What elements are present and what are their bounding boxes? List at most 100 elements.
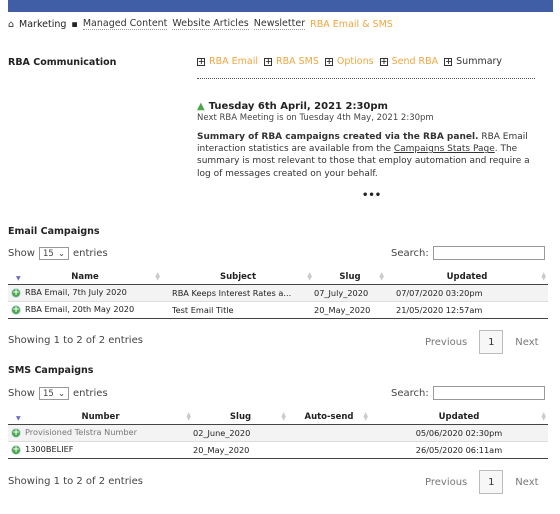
sms-table: ▼ Number ▲ ▼ Slug ▲ ▼ Auto-send ▲ ▼ Updated ▲ ▼ +… (8, 410, 548, 459)
cell-name: RBA Email, 7th July 2020 (25, 287, 127, 298)
entries-select[interactable]: 15 ⌄ (38, 387, 69, 400)
meeting-date-text: Tuesday 6th April, 2021 2:30pm (208, 101, 388, 112)
tab-label: Summary (456, 56, 503, 67)
col-label: Slug (339, 271, 361, 282)
col-updated[interactable]: Updated ▲ ▼ (386, 270, 548, 285)
email-info: Showing 1 to 2 of 2 entries (8, 335, 143, 346)
next-button[interactable]: Next (515, 477, 538, 488)
expand-icon: + (444, 56, 453, 66)
breadcrumb-managed-content[interactable]: Managed Content (82, 18, 168, 30)
table-row[interactable]: +1300BELIEF 20_May_2020 26/05/2020 06:11… (8, 441, 548, 459)
show-label: Show (8, 248, 35, 259)
campaigns-stats-link[interactable]: Campaigns Stats Page (394, 144, 495, 154)
chevron-down-icon: ⌄ (57, 388, 65, 399)
tab-rba-email[interactable]: + RBA Email (197, 56, 258, 67)
expand-row-icon[interactable]: + (11, 444, 21, 455)
page-1-button[interactable]: 1 (479, 470, 504, 494)
next-meeting: Next RBA Meeting is on Tuesday 4th May, … (197, 113, 434, 123)
tab-label: RBA Email (209, 56, 258, 67)
search-label: Search: (391, 387, 429, 399)
cell-subject: RBA Keeps Interest Rates a... (162, 284, 314, 302)
col-label: Name (71, 271, 99, 282)
entries-value: 15 (42, 248, 54, 259)
col-number[interactable]: ▼ Number ▲ ▼ (8, 410, 193, 425)
cell-updated: 21/05/2020 12:57am (386, 301, 548, 319)
table-row[interactable]: + RBA Email, 20th May 2020 Test Email Tit… (8, 301, 548, 319)
previous-button[interactable]: Previous (425, 477, 467, 488)
sort-desc-icon: ▼ (16, 275, 21, 282)
show-label: Show (8, 388, 35, 399)
col-label: Slug (229, 411, 252, 422)
bank-icon: ▲ (197, 101, 205, 112)
summary-lead: Summary of RBA campaigns created via the… (197, 132, 479, 142)
expand-row-icon[interactable]: + (11, 304, 21, 315)
search-label: Search: (391, 247, 429, 259)
breadcrumb: ⌂ Marketing ▪ Managed Content Website Ar… (8, 18, 393, 30)
col-label: Auto-send (304, 411, 354, 422)
tab-options[interactable]: + Options (324, 56, 374, 67)
page-1-button[interactable]: 1 (479, 330, 504, 354)
tab-summary[interactable]: + Summary (444, 56, 502, 67)
table-row[interactable]: + RBA Email, 7th July 2020 RBA Keeps Inte… (8, 284, 548, 302)
tab-label: RBA SMS (276, 56, 319, 67)
divider (197, 78, 535, 79)
email-search: Search: (391, 246, 545, 260)
tab-label: Send RBA (391, 56, 439, 67)
col-name[interactable]: ▼ Name ▲ ▼ (8, 270, 162, 285)
col-auto-send[interactable]: Auto-send ▲ ▼ (288, 410, 370, 425)
tab-bar: + RBA Email + RBA SMS + Options + Send RBA +… (197, 56, 502, 67)
previous-button[interactable]: Previous (425, 337, 467, 348)
sort-icon: ▲ ▼ (281, 411, 286, 422)
entries-label: entries (72, 248, 108, 259)
col-updated[interactable]: Updated ▲ ▼ (370, 410, 548, 425)
col-label: Updated (446, 271, 488, 282)
sort-icon: ▲ ▼ (541, 411, 546, 422)
cell-auto-send (288, 424, 370, 442)
sort-desc-icon: ▼ (16, 415, 21, 422)
cell-name: RBA Email, 20th May 2020 (25, 304, 135, 315)
tab-send-rba[interactable]: + Send RBA (379, 56, 439, 67)
more-button[interactable]: ••• (362, 190, 381, 201)
cell-slug: 20_May_2020 (314, 301, 386, 319)
search-input[interactable] (432, 386, 545, 400)
sms-pagination: Previous 1 Next (425, 470, 539, 494)
col-slug[interactable]: Slug ▲ ▼ (314, 270, 386, 285)
sort-icon: ▲ ▼ (186, 411, 191, 422)
tab-label: Options (336, 56, 374, 67)
sort-icon: ▲ ▼ (541, 271, 546, 282)
chevron-down-icon: ⌄ (57, 248, 65, 259)
tab-rba-sms[interactable]: + RBA SMS (264, 56, 319, 67)
sms-campaigns-title: SMS Campaigns (8, 365, 94, 376)
expand-icon: + (379, 56, 388, 66)
expand-icon: + (324, 56, 333, 66)
breadcrumb-marketing[interactable]: Marketing (19, 19, 66, 30)
meeting-date: ▲ Tuesday 6th April, 2021 2:30pm (197, 101, 388, 112)
cell-slug: 20_May_2020 (193, 441, 288, 459)
col-subject[interactable]: Subject ▲ ▼ (162, 270, 314, 285)
cell-subject: Test Email Title (162, 301, 314, 319)
next-button[interactable]: Next (515, 337, 538, 348)
expand-icon: + (197, 56, 205, 66)
cell-slug: 02_June_2020 (193, 424, 288, 442)
entries-value: 15 (42, 388, 54, 399)
sort-icon: ▲ ▼ (379, 271, 384, 282)
expand-row-icon[interactable]: + (11, 427, 21, 438)
search-input[interactable] (432, 246, 545, 260)
email-campaigns-title: Email Campaigns (8, 226, 100, 237)
cell-updated: 07/07/2020 03:20pm (386, 284, 548, 302)
cell-auto-send (288, 441, 370, 459)
breadcrumb-website-articles[interactable]: Website Articles (172, 18, 249, 30)
sort-icon: ▲ ▼ (363, 411, 368, 422)
entries-select[interactable]: 15 ⌄ (38, 247, 69, 260)
email-length-control: Show 15 ⌄ entries (8, 247, 108, 260)
top-nav-bar (8, 0, 553, 12)
sms-search: Search: (391, 386, 545, 400)
expand-row-icon[interactable]: + (11, 287, 21, 298)
home-icon[interactable]: ⌂ (8, 19, 14, 30)
email-pagination: Previous 1 Next (425, 330, 539, 354)
email-table: ▼ Name ▲ ▼ Subject ▲ ▼ Slug ▲ ▼ Updated ▲ ▼ + RBA … (8, 270, 548, 319)
breadcrumb-newsletter[interactable]: Newsletter (253, 18, 306, 30)
table-row[interactable]: + Provisioned Telstra Number 02_June_2020… (8, 424, 548, 442)
col-slug[interactable]: Slug ▲ ▼ (193, 410, 288, 425)
cell-updated: 26/05/2020 06:11am (370, 441, 548, 459)
